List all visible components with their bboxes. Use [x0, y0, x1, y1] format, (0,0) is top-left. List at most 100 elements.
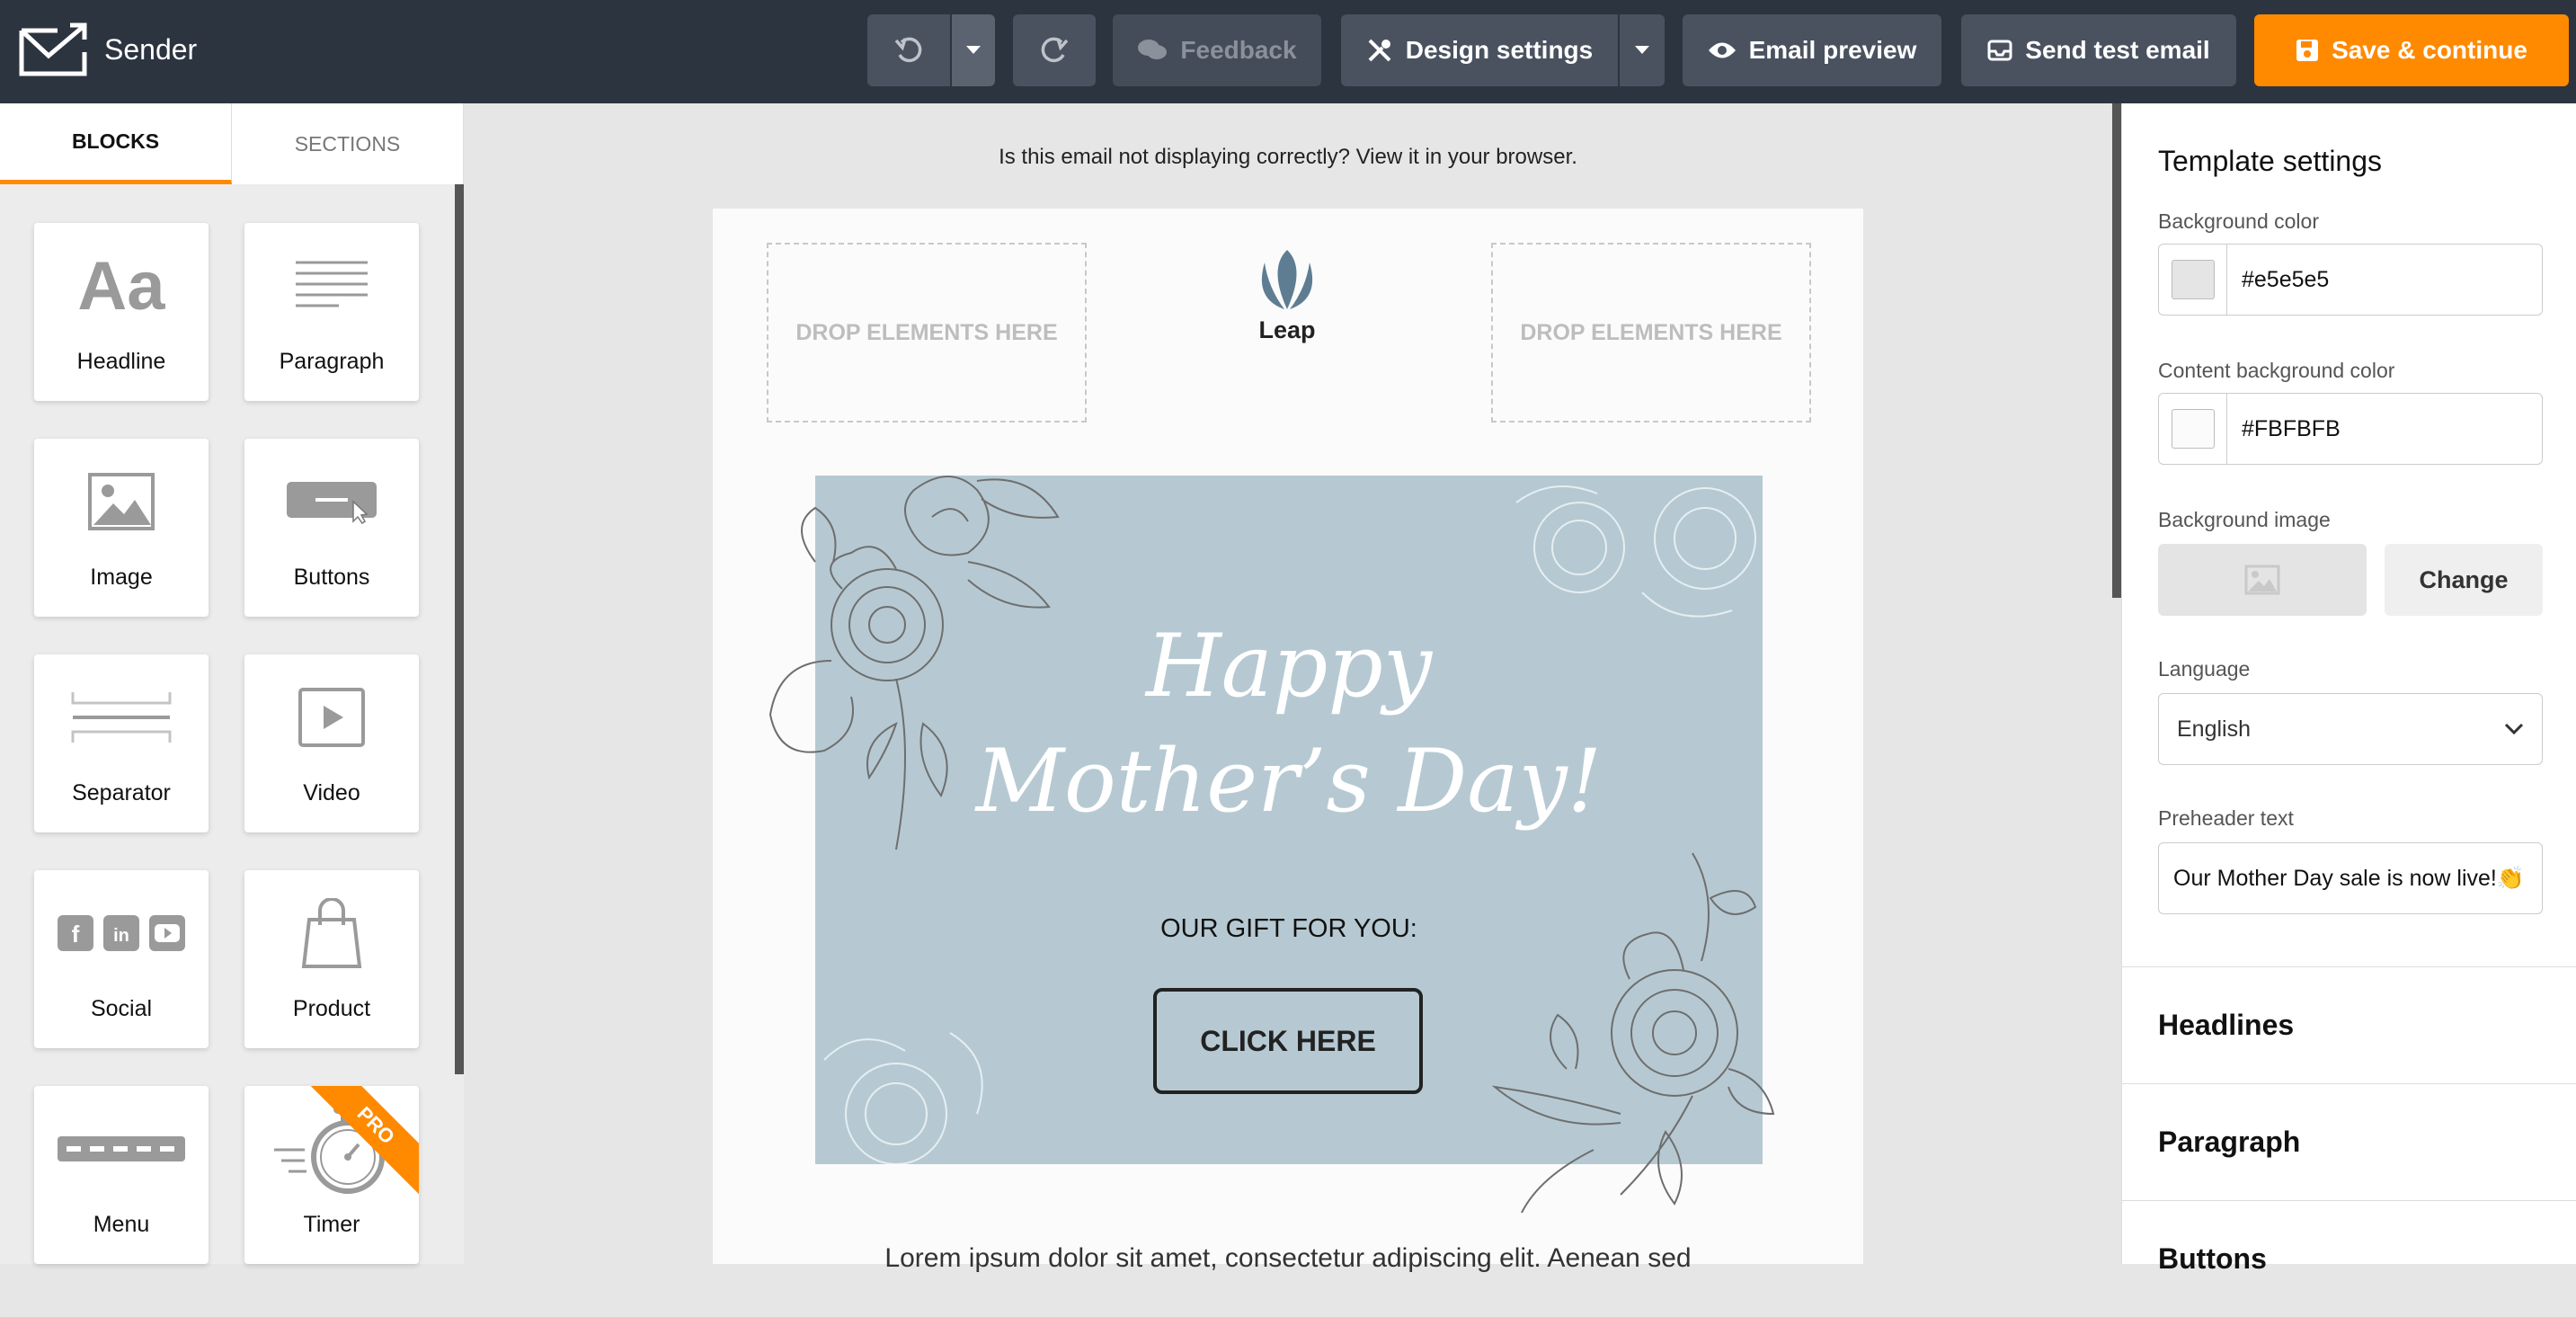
peony-flower-illustration: [1491, 852, 1775, 1214]
chevron-down-icon: [1635, 46, 1649, 54]
block-label: Product: [292, 996, 371, 1021]
block-label: Video: [303, 780, 360, 805]
block-social[interactable]: f in Social: [34, 870, 209, 1048]
block-label: Timer: [303, 1212, 360, 1237]
content-bg-color-swatch[interactable]: [2159, 394, 2227, 464]
video-icon: [244, 654, 419, 780]
redo-button[interactable]: [1013, 14, 1096, 86]
gift-text[interactable]: OUR GIFT FOR YOU:: [815, 914, 1763, 944]
body-paragraph[interactable]: Lorem ipsum dolor sit amet, consectetur …: [464, 1243, 2112, 1274]
change-image-button[interactable]: Change: [2385, 544, 2543, 616]
inbox-icon: [1987, 40, 2012, 61]
undo-history-dropdown[interactable]: [952, 14, 995, 86]
design-settings-label: Design settings: [1405, 36, 1594, 64]
background-image-preview[interactable]: [2158, 544, 2367, 616]
section-paragraph[interactable]: Paragraph: [2122, 1083, 2576, 1200]
design-settings-button[interactable]: Design settings: [1341, 14, 1618, 86]
headline-icon: Aa: [77, 247, 165, 325]
panel-title: Template settings: [2158, 145, 2383, 177]
language-label: Language: [2158, 657, 2251, 681]
email-preview-button[interactable]: Email preview: [1683, 14, 1941, 86]
menu-icon: [34, 1086, 209, 1212]
save-continue-button[interactable]: Save & continue: [2254, 14, 2569, 86]
app-logo[interactable]: Sender: [18, 22, 197, 77]
block-buttons[interactable]: Buttons: [244, 439, 419, 617]
drop-zone-left[interactable]: DROP ELEMENTS HERE: [767, 243, 1087, 423]
svg-text:in: in: [113, 926, 129, 946]
drop-zone-right[interactable]: DROP ELEMENTS HERE: [1491, 243, 1811, 423]
language-select[interactable]: English: [2158, 693, 2543, 765]
hero-heading-line2[interactable]: Mother’s Day!: [815, 725, 1763, 838]
paragraph-icon: [244, 223, 419, 349]
section-label: Buttons: [2158, 1242, 2267, 1275]
block-timer[interactable]: Timer PRO: [244, 1086, 419, 1264]
chevron-down-icon: [2504, 723, 2524, 735]
separator-icon: [34, 654, 209, 780]
peony-flower-illustration: [1515, 485, 1756, 618]
block-headline[interactable]: Aa Headline: [34, 223, 209, 401]
block-label: Social: [90, 996, 153, 1021]
button-icon: [244, 439, 419, 565]
svg-text:f: f: [72, 921, 80, 948]
block-label: Menu: [93, 1212, 150, 1237]
image-icon: [34, 439, 209, 565]
feedback-label: Feedback: [1180, 36, 1297, 64]
block-image[interactable]: Image: [34, 439, 209, 617]
lotus-icon: [1261, 250, 1313, 309]
background-color-label: Background color: [2158, 209, 2319, 233]
language-value: English: [2177, 716, 2251, 742]
hero-banner[interactable]: Happy Mother’s Day! OUR GIFT FOR YOU: CL…: [768, 476, 1775, 1214]
block-menu[interactable]: Menu: [34, 1086, 209, 1264]
eye-icon: [1708, 42, 1736, 58]
brand-logo[interactable]: Leap: [1229, 246, 1346, 363]
block-label: Headline: [76, 349, 166, 374]
image-icon: [2244, 565, 2280, 595]
template-settings-panel: Template settings Background color #e5e5…: [2121, 103, 2576, 1275]
section-headlines[interactable]: Headlines: [2122, 966, 2576, 1083]
floppy-disk-icon: [2296, 40, 2319, 61]
block-label: Separator: [72, 780, 171, 805]
design-settings-dropdown[interactable]: [1620, 14, 1665, 86]
content-bg-color-value[interactable]: #FBFBFB: [2242, 416, 2341, 442]
tab-blocks[interactable]: BLOCKS: [0, 103, 232, 184]
email-preview-label: Email preview: [1748, 36, 1917, 64]
content-bg-color-label: Content background color: [2158, 359, 2395, 382]
feedback-button[interactable]: Feedback: [1113, 14, 1321, 86]
section-buttons[interactable]: Buttons: [2122, 1200, 2576, 1317]
block-label: Paragraph: [279, 349, 385, 374]
envelope-arrow-icon: [19, 22, 87, 76]
panel-tabs: BLOCKS SECTIONS: [0, 103, 464, 184]
app-name: Sender: [104, 32, 198, 66]
block-separator[interactable]: Separator: [34, 654, 209, 832]
background-image-label: Background image: [2158, 508, 2331, 531]
click-here-button[interactable]: CLICK HERE: [1153, 988, 1423, 1094]
preheader-label: Preheader text: [2158, 806, 2294, 830]
preheader-input[interactable]: Our Mother Day sale is now live!👏: [2158, 842, 2543, 914]
undo-icon: [894, 37, 922, 63]
content-bg-color-field[interactable]: #FBFBFB: [2158, 393, 2543, 465]
block-paragraph[interactable]: Paragraph: [244, 223, 419, 401]
section-label: Paragraph: [2158, 1126, 2301, 1158]
top-toolbar: Sender Feedback Design settings Email pr…: [0, 0, 2576, 103]
section-label: Headlines: [2158, 1009, 2295, 1041]
chat-icon: [1138, 40, 1168, 59]
block-label: Image: [90, 565, 153, 590]
blocks-panel: BLOCKS SECTIONS Aa Headline Paragraph Im…: [0, 103, 464, 1264]
hero-heading-line1[interactable]: Happy: [815, 610, 1763, 723]
browser-view-notice[interactable]: Is this email not displaying correctly? …: [464, 145, 2112, 170]
background-color-swatch[interactable]: [2159, 245, 2227, 315]
send-test-email-label: Send test email: [2025, 36, 2210, 64]
background-color-value[interactable]: #e5e5e5: [2242, 267, 2329, 293]
peony-flower-illustration: [823, 1032, 983, 1164]
undo-button[interactable]: [867, 14, 950, 86]
chevron-down-icon: [966, 46, 981, 54]
block-product[interactable]: Product: [244, 870, 419, 1048]
email-content: DROP ELEMENTS HERE Leap DROP ELEMENTS HE…: [713, 209, 1863, 1264]
blocks-scrollbar[interactable]: [455, 184, 464, 1074]
background-color-field[interactable]: #e5e5e5: [2158, 244, 2543, 316]
tab-sections[interactable]: SECTIONS: [232, 103, 464, 184]
email-canvas: Is this email not displaying correctly? …: [464, 103, 2112, 1273]
send-test-email-button[interactable]: Send test email: [1961, 14, 2236, 86]
block-video[interactable]: Video: [244, 654, 419, 832]
brand-name: Leap: [1258, 316, 1316, 343]
